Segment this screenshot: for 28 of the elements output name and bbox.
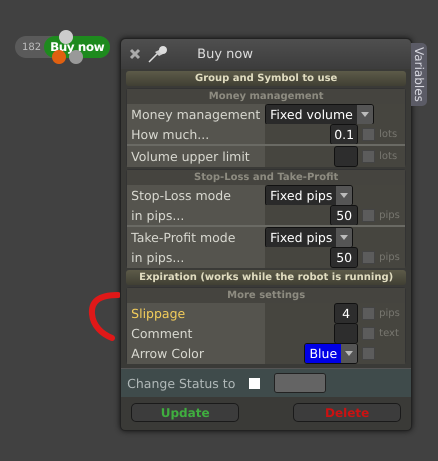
- window-title: Buy now: [197, 46, 253, 62]
- field-label: Stop-Loss mode: [127, 185, 266, 206]
- number-field[interactable]: 50: [330, 247, 358, 268]
- group-title: Stop-Loss and Take-Profit: [127, 170, 406, 185]
- field-label: Slippage: [127, 303, 266, 324]
- field-label: Take-Profit mode: [127, 227, 266, 248]
- field-label: Comment: [127, 323, 266, 344]
- status-label: Change Status to: [127, 376, 236, 390]
- number-field[interactable]: 4: [334, 303, 358, 324]
- field-label: in pips...: [127, 205, 266, 226]
- field-label: in pips...: [127, 247, 266, 268]
- update-button[interactable]: Update: [131, 403, 240, 422]
- number-field[interactable]: 0.1: [330, 124, 358, 145]
- field-label: How much...: [127, 124, 266, 145]
- group-title: More settings: [127, 288, 406, 303]
- number-field[interactable]: 50: [330, 205, 358, 226]
- node-count: 182: [21, 42, 42, 52]
- field-label: Volume upper limit: [127, 146, 266, 167]
- section-header[interactable]: Expiration (works while the robot is running): [126, 270, 406, 285]
- variables-tab[interactable]: Variables: [411, 43, 428, 106]
- section-header[interactable]: Group and Symbol to use: [126, 71, 406, 86]
- group-title: Money management: [127, 89, 406, 104]
- dropdown[interactable]: Fixed pips: [265, 185, 354, 206]
- dropdown[interactable]: Blue: [304, 343, 358, 364]
- field-label: Arrow Color: [127, 343, 266, 364]
- dropdown[interactable]: Fixed volume: [265, 104, 374, 125]
- field-label: Money management: [127, 104, 266, 125]
- dropdown[interactable]: Fixed pips: [265, 227, 354, 248]
